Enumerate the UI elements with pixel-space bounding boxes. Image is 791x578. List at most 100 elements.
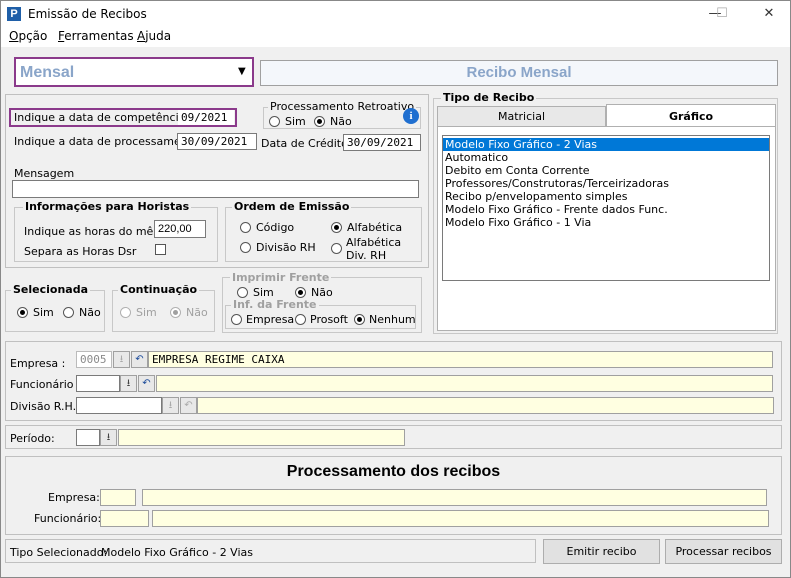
tipo-recibo-banner: Recibo Mensal: [260, 60, 778, 86]
tipo-recibo-list-item[interactable]: Modelo Fixo Gráfico - 2 Vias: [443, 138, 769, 151]
selecionada-nao-label: Não: [79, 306, 101, 319]
inf-empresa-label: Empresa: [246, 313, 295, 326]
tipo-recibo-combo[interactable]: Mensal ▼: [14, 57, 254, 87]
imprimir-title: Imprimir Frente: [230, 271, 332, 284]
app-logo-icon: P: [7, 7, 21, 21]
periodo-input[interactable]: [76, 429, 100, 446]
tipo-recibo-combo-value: Mensal: [20, 64, 75, 81]
inf-nenhum-radio[interactable]: [354, 314, 365, 325]
continuacao-title: Continuação: [118, 283, 200, 296]
menu-ajuda[interactable]: Ajuda: [137, 29, 171, 43]
inf-nenhum-label: Nenhum: [369, 313, 416, 326]
tipo-recibo-list-item[interactable]: Modelo Fixo Gráfico - Frente dados Func.: [443, 203, 769, 216]
processar-recibos-button[interactable]: Processar recibos: [665, 539, 782, 564]
funcionario-undo-icon[interactable]: ↶: [138, 375, 155, 392]
ordem-alfabetica-div-label-2: Div. RH: [346, 249, 387, 262]
tipo-selecionado-value: Modelo Fixo Gráfico - 2 Vias: [101, 546, 253, 559]
tipo-recibo-list-item[interactable]: Recibo p/envelopamento simples: [443, 190, 769, 203]
selecionada-title: Selecionada: [11, 283, 91, 296]
mensagem-label: Mensagem: [14, 167, 75, 180]
processamento-input[interactable]: 30/09/2021: [177, 133, 257, 150]
funcionario-name-field: [156, 375, 773, 392]
tipo-recibo-list-item[interactable]: Modelo Fixo Gráfico - 1 Via: [443, 216, 769, 229]
retroativo-sim-radio[interactable]: [269, 116, 280, 127]
separa-dsr-label: Separa as Horas Dsr: [24, 245, 137, 258]
tipo-recibo-title: Tipo de Recibo: [441, 91, 537, 104]
proc-empresa-code-field: [100, 489, 136, 506]
continuacao-nao-radio[interactable]: [170, 307, 181, 318]
proc-funcionario-code-field: [100, 510, 149, 527]
processamento-title: Processamento dos recibos: [286, 463, 501, 480]
chevron-down-icon: ▼: [238, 66, 246, 77]
horas-mes-input[interactable]: 220,00: [154, 220, 206, 238]
selecionada-sim-label: Sim: [33, 306, 54, 319]
imprimir-sim-radio[interactable]: [237, 287, 248, 298]
menu-ferramentas[interactable]: Ferramentas: [58, 29, 134, 43]
funcionario-code-input[interactable]: [76, 375, 120, 392]
proc-funcionario-label: Funcionário:: [34, 512, 102, 525]
separa-dsr-checkbox[interactable]: [155, 244, 166, 255]
maximize-button[interactable]: ☐: [712, 5, 732, 23]
empresa-name-field: EMPRESA REGIME CAIXA: [148, 351, 773, 368]
empresa-code-input[interactable]: 0005: [76, 351, 112, 368]
divisao-import-icon[interactable]: ⭳: [162, 397, 179, 414]
ordem-alfabetica-div-label-1: Alfabética: [346, 236, 402, 249]
proc-empresa-label: Empresa:: [48, 491, 100, 504]
ordem-alfabetica-label: Alfabética: [347, 221, 403, 234]
tab-grafico[interactable]: Gráfico: [606, 104, 776, 127]
title-bar: P Emissão de Recibos — ☐ ✕: [1, 1, 790, 27]
ordem-divisao-radio[interactable]: [240, 242, 251, 253]
horistas-title: Informações para Horistas: [23, 200, 192, 213]
continuacao-sim-label: Sim: [136, 306, 157, 319]
retroativo-sim-label: Sim: [285, 115, 306, 128]
emitir-recibo-button[interactable]: Emitir recibo: [543, 539, 660, 564]
retroativo-nao-radio[interactable]: [314, 116, 325, 127]
ordem-title: Ordem de Emissão: [232, 200, 352, 213]
competencia-input[interactable]: 09/2021: [178, 110, 234, 125]
divisao-name-field: [197, 397, 774, 414]
tipo-recibo-list-item[interactable]: Automatico: [443, 151, 769, 164]
ordem-codigo-label: Código: [256, 221, 295, 234]
empresa-import-icon[interactable]: ⭳: [113, 351, 130, 368]
inf-prosoft-label: Prosoft: [310, 313, 348, 326]
divisao-filter-label: Divisão R.H.:: [10, 400, 80, 413]
competencia-label: Indique a data de competência: [14, 111, 186, 124]
empresa-filter-label: Empresa :: [10, 357, 66, 370]
tipo-recibo-list[interactable]: Modelo Fixo Gráfico - 2 Vias Automatico De…: [442, 135, 770, 281]
menu-opcao[interactable]: Opção: [9, 29, 47, 43]
inf-prosoft-radio[interactable]: [295, 314, 306, 325]
continuacao-sim-radio[interactable]: [120, 307, 131, 318]
horas-mes-label: Indique as horas do mês: [24, 225, 160, 238]
empresa-undo-icon[interactable]: ↶: [131, 351, 148, 368]
ordem-group: [225, 207, 422, 262]
selecionada-nao-radio[interactable]: [63, 307, 74, 318]
periodo-import-icon[interactable]: ⭳: [100, 429, 117, 446]
ordem-codigo-radio[interactable]: [240, 222, 251, 233]
ordem-divisao-label: Divisão RH: [256, 241, 316, 254]
retroativo-title: Processamento Retroativo: [268, 100, 417, 113]
inf-frente-title: Inf. da Frente: [231, 298, 319, 311]
divisao-code-input[interactable]: [76, 397, 162, 414]
inf-empresa-radio[interactable]: [231, 314, 242, 325]
proc-empresa-name-field: [142, 489, 767, 506]
tipo-recibo-list-item[interactable]: Professores/Construtoras/Terceirizadoras: [443, 177, 769, 190]
close-button[interactable]: ✕: [759, 5, 779, 23]
window-title: Emissão de Recibos: [28, 7, 147, 21]
ordem-alfabetica-div-radio[interactable]: [331, 243, 342, 254]
retroativo-nao-label: Não: [330, 115, 352, 128]
divisao-undo-icon[interactable]: ↶: [180, 397, 197, 414]
mensagem-input[interactable]: [12, 180, 419, 198]
tab-matricial[interactable]: Matricial: [437, 106, 606, 126]
periodo-label: Período:: [10, 432, 55, 445]
proc-funcionario-name-field: [152, 510, 769, 527]
selecionada-sim-radio[interactable]: [17, 307, 28, 318]
info-icon[interactable]: i: [403, 108, 419, 124]
menu-bar: Opção Ferramentas Ajuda: [1, 27, 790, 47]
ordem-alfabetica-radio[interactable]: [331, 222, 342, 233]
main-window: P Emissão de Recibos — ☐ ✕ Opção Ferrame…: [0, 0, 791, 578]
funcionario-filter-label: Funcionário :: [10, 378, 81, 391]
credito-input[interactable]: 30/09/2021: [343, 134, 421, 151]
funcionario-import-icon[interactable]: ⭳: [120, 375, 137, 392]
imprimir-nao-radio[interactable]: [295, 287, 306, 298]
tipo-recibo-list-item[interactable]: Debito em Conta Corrente: [443, 164, 769, 177]
